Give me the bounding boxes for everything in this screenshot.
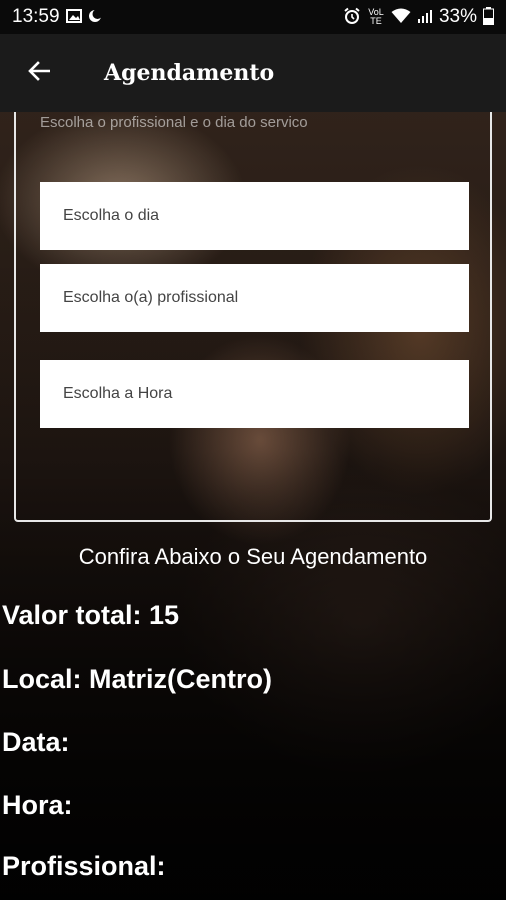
day-select[interactable]: Escolha o dia <box>40 182 469 250</box>
back-button[interactable] <box>24 58 54 88</box>
status-bar-right: VoLTE 33% <box>343 6 494 28</box>
moon-icon <box>88 8 103 26</box>
app-bar: Agendamento <box>0 34 506 112</box>
battery-percent: 33% <box>438 6 477 27</box>
summary-professional: Profissional: <box>2 851 166 881</box>
arrow-left-icon <box>28 60 51 86</box>
form-subtitle: Escolha o profissional e o dia do servic… <box>40 114 308 131</box>
booking-form-card: Escolha o profissional e o dia do servic… <box>14 112 492 522</box>
battery-icon <box>483 6 494 28</box>
wifi-icon <box>391 8 411 27</box>
summary-date: Data: <box>2 727 70 757</box>
status-bar: 13:59 VoLTE 33% <box>0 0 506 34</box>
summary-heading: Confira Abaixo o Seu Agendamento <box>78 544 428 569</box>
signal-icon <box>417 8 433 27</box>
alarm-icon <box>343 7 361 28</box>
image-icon <box>65 8 82 26</box>
summary-hour: Hora: <box>2 790 73 820</box>
page-title: Agendamento <box>104 60 275 86</box>
volte-indicator: VoLTE <box>368 7 384 26</box>
professional-select[interactable]: Escolha o(a) profissional <box>40 264 469 332</box>
status-time: 13:59 <box>12 6 60 27</box>
summary-total: Valor total: 15 <box>2 600 180 630</box>
summary-location: Local: Matriz(Centro) <box>2 664 272 694</box>
hour-select[interactable]: Escolha a Hora <box>40 360 469 428</box>
status-bar-left: 13:59 <box>12 6 103 28</box>
